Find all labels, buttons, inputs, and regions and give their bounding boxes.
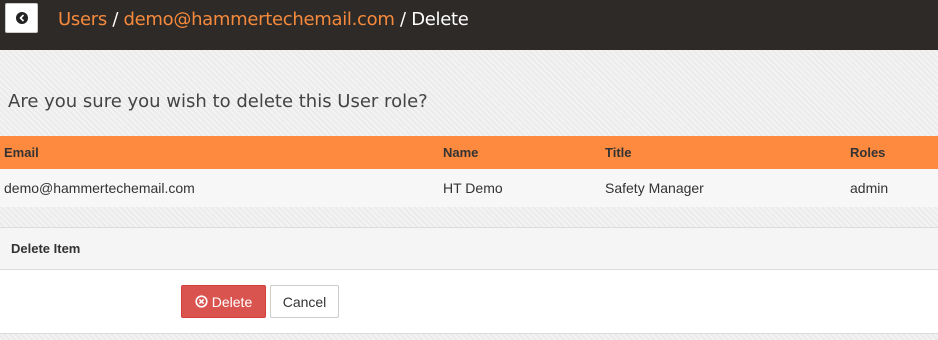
- breadcrumb: Users / demo@hammertechemail.com / Delet…: [58, 9, 469, 30]
- delete-button-label: Delete: [211, 293, 253, 310]
- cell-email: demo@hammertechemail.com: [4, 180, 195, 196]
- column-header-name: Name: [443, 145, 479, 160]
- breadcrumb-user-email-link[interactable]: demo@hammertechemail.com: [124, 9, 395, 30]
- arrow-left-circle-icon: [15, 12, 28, 24]
- cell-name: HT Demo: [443, 180, 503, 196]
- cancel-button[interactable]: Cancel: [270, 285, 339, 318]
- confirmation-question: Are you sure you wish to delete this Use…: [8, 91, 428, 112]
- breadcrumb-users-link[interactable]: Users: [58, 9, 107, 30]
- delete-button[interactable]: Delete: [181, 285, 266, 318]
- delete-item-panel: Delete Item Delete Cancel: [0, 227, 938, 334]
- cell-title: Safety Manager: [605, 180, 704, 196]
- panel-heading: Delete Item: [0, 228, 938, 270]
- column-header-roles: Roles: [850, 145, 886, 160]
- column-header-title: Title: [605, 145, 632, 160]
- cancel-button-label: Cancel: [282, 293, 327, 310]
- column-header-email: Email: [4, 145, 39, 160]
- times-circle-icon: [195, 295, 208, 308]
- top-bar: Users / demo@hammertechemail.com / Delet…: [0, 0, 938, 50]
- back-button[interactable]: [5, 3, 38, 33]
- table-row: demo@hammertechemail.com HT Demo Safety …: [0, 169, 938, 207]
- cell-roles: admin: [850, 180, 889, 196]
- breadcrumb-current: Delete: [411, 9, 469, 30]
- table-header: Email Name Title Roles: [0, 136, 938, 169]
- breadcrumb-separator: /: [394, 9, 412, 30]
- breadcrumb-separator: /: [106, 9, 124, 30]
